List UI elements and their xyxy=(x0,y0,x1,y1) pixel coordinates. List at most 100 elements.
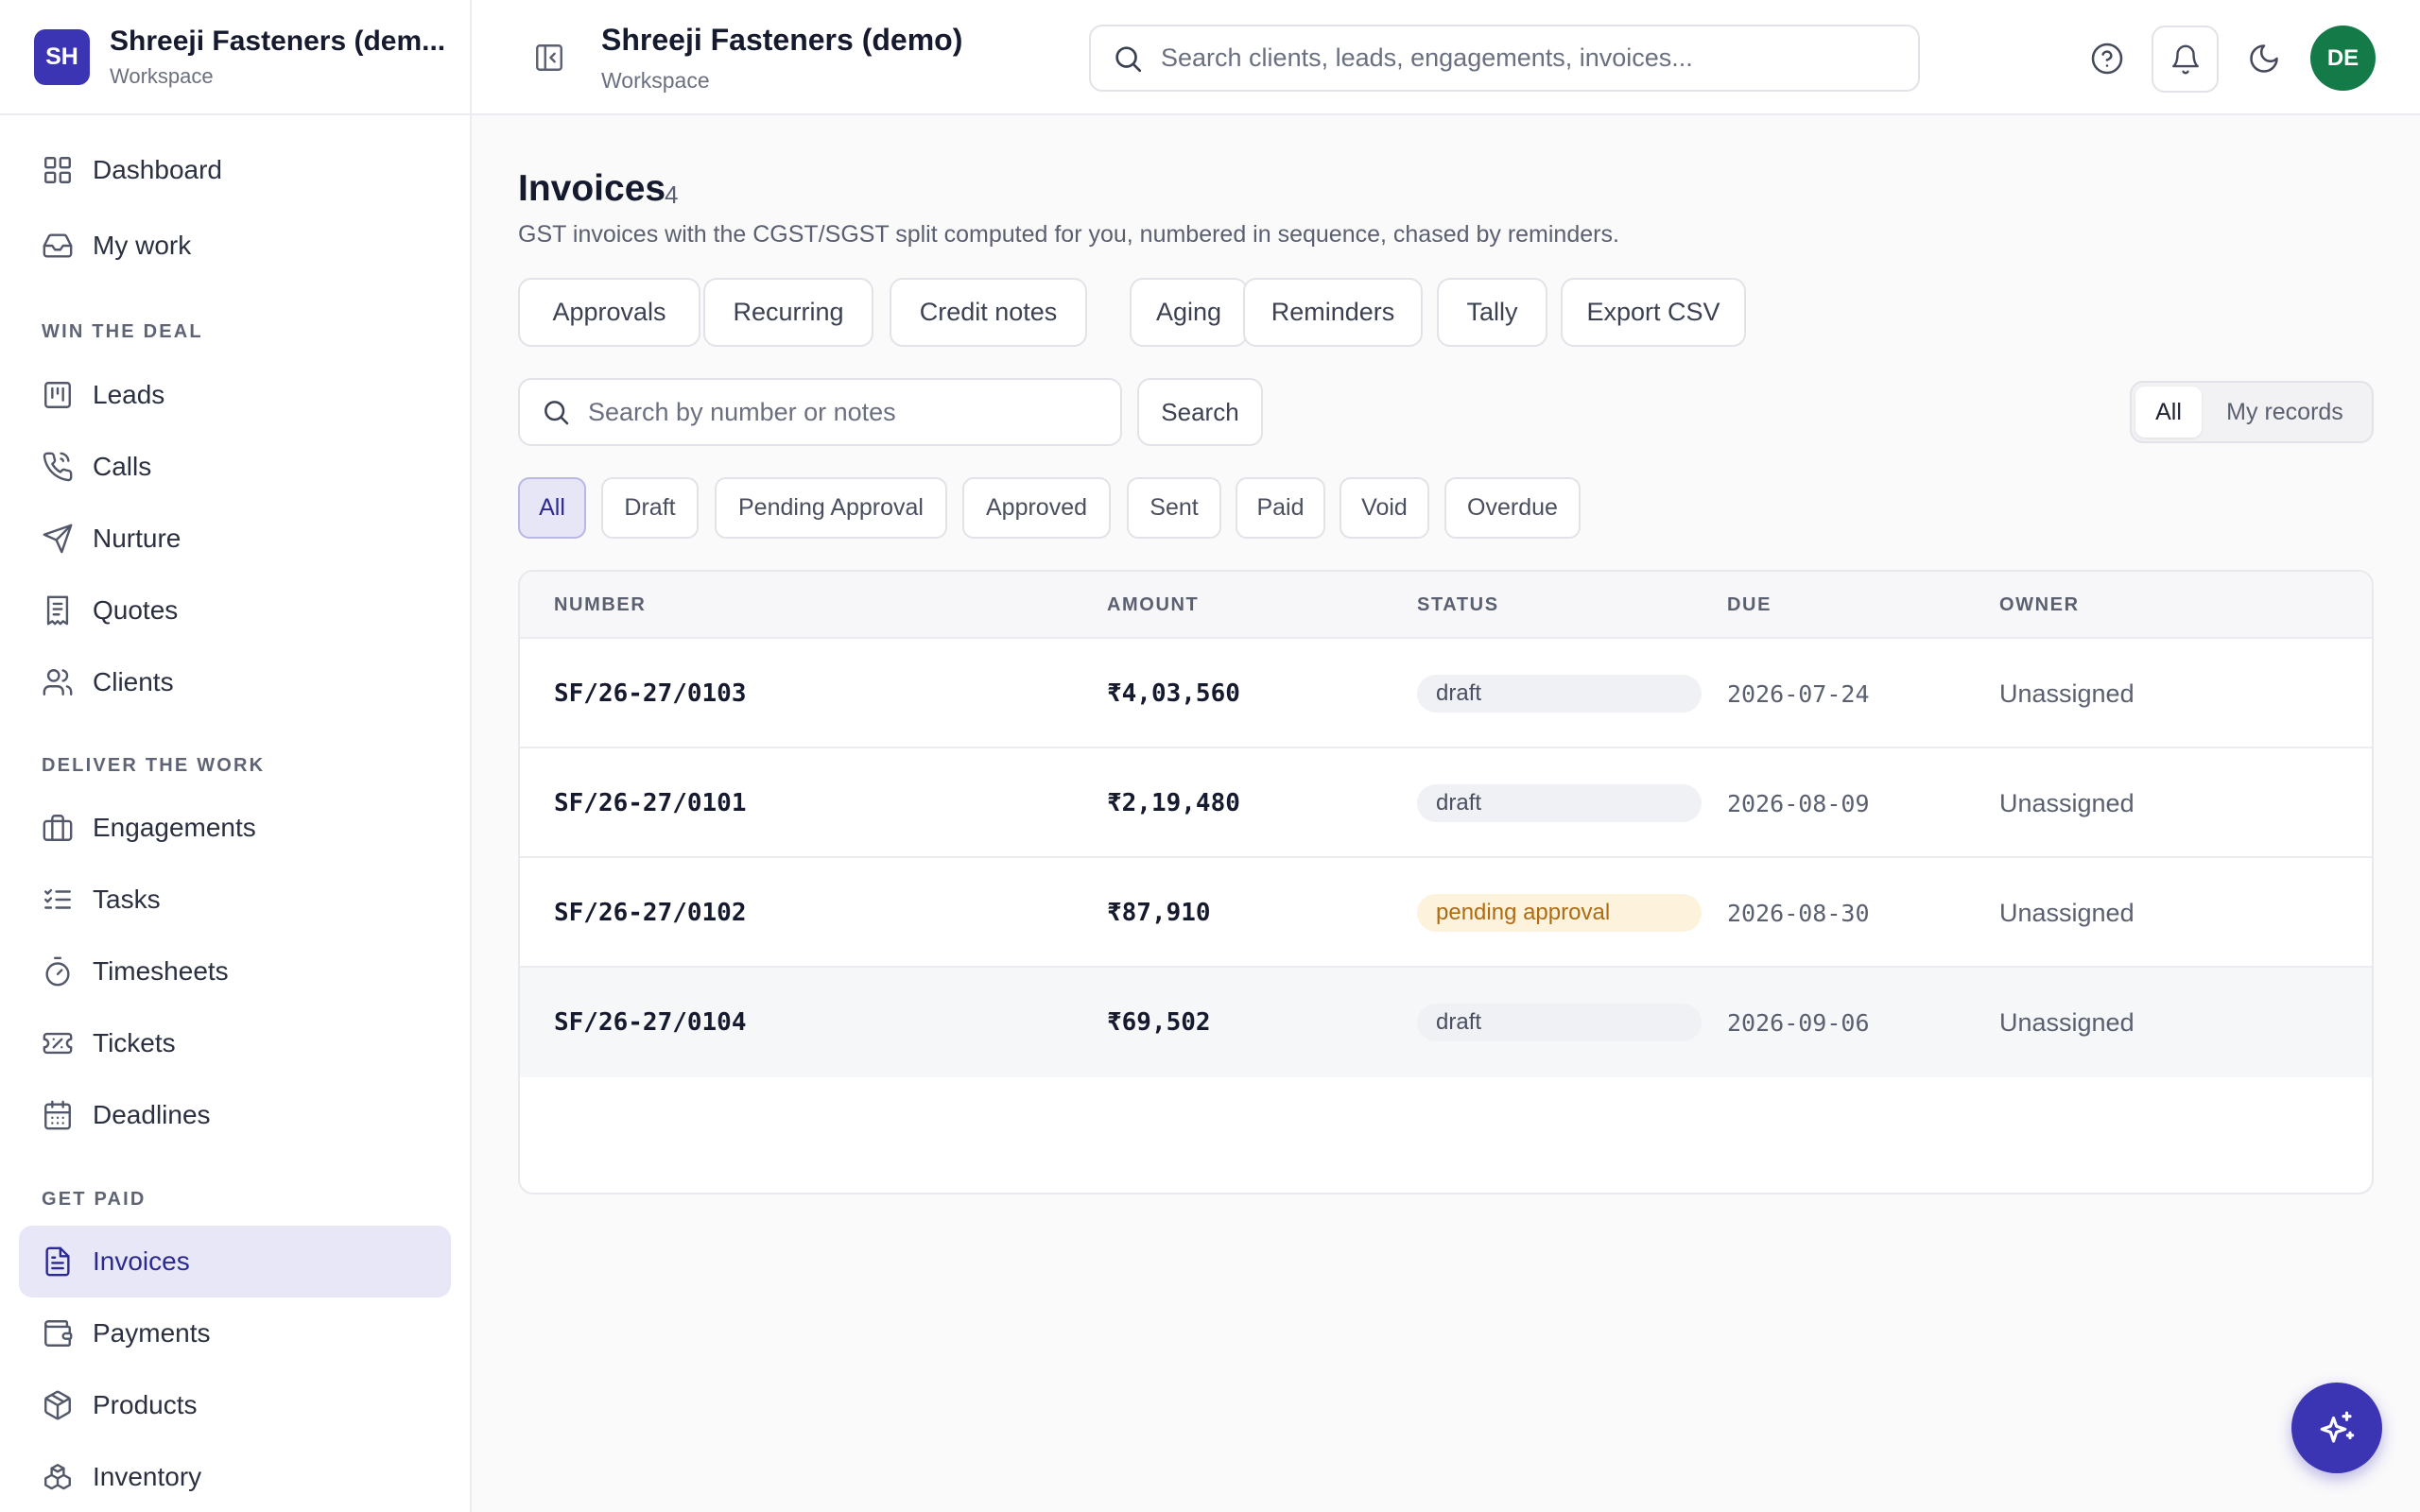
app-window: SH Shreeji Fasteners (dem... Workspace D… xyxy=(0,0,2420,1512)
file-text-icon xyxy=(45,1246,70,1277)
status-badge: draft xyxy=(1417,784,1702,822)
briefcase-icon xyxy=(43,815,73,841)
sidebar: SH Shreeji Fasteners (dem... Workspace D… xyxy=(0,0,472,1512)
column-header-due[interactable]: DUE xyxy=(1727,594,1772,616)
sidebar-item-label: Deadlines xyxy=(93,1100,211,1129)
nav-section-win-the-deal: WIN THE DEAL xyxy=(42,321,203,342)
ticket-icon xyxy=(43,1032,73,1055)
tab-tally[interactable]: Tally xyxy=(1437,278,1547,347)
sidebar-item-label: Engagements xyxy=(93,813,256,842)
sidebar-item-tickets[interactable]: Tickets xyxy=(19,1007,451,1079)
invoice-number[interactable]: SF/26-27/0101 xyxy=(554,748,747,858)
boxes-icon xyxy=(44,1464,71,1490)
invoice-amount: ₹87,910 xyxy=(1107,899,1211,927)
filter-paid[interactable]: Paid xyxy=(1236,477,1325,539)
topbar: Shreeji Fasteners (demo) Workspace DE xyxy=(472,0,2420,115)
user-avatar[interactable]: DE xyxy=(2310,26,2376,91)
column-header-amount[interactable]: AMOUNT xyxy=(1107,594,1199,616)
invoice-number[interactable]: SF/26-27/0103 xyxy=(554,639,747,748)
nav-section-deliver-the-work: DELIVER THE WORK xyxy=(42,755,266,776)
tab-reminders[interactable]: Reminders xyxy=(1243,278,1423,347)
column-header-number[interactable]: NUMBER xyxy=(554,594,646,616)
column-header-owner[interactable]: OWNER xyxy=(1999,594,2080,616)
sidebar-item-dashboard[interactable]: Dashboard xyxy=(19,134,451,206)
filter-pending-approval[interactable]: Pending Approval xyxy=(715,477,947,539)
sidebar-item-label: Calls xyxy=(93,452,152,481)
inbox-icon xyxy=(43,233,73,258)
tab-approvals[interactable]: Approvals xyxy=(518,278,700,347)
sidebar-item-clients[interactable]: Clients xyxy=(19,646,451,718)
scope-my-records[interactable]: My records xyxy=(2202,387,2368,438)
table-row[interactable]: SF/26-27/0101 ₹2,19,480 draft 2026-08-09… xyxy=(520,748,2372,858)
invoice-amount: ₹69,502 xyxy=(1107,1008,1211,1037)
filter-void[interactable]: Void xyxy=(1340,477,1429,539)
table-header: NUMBER AMOUNT STATUS DUE OWNER xyxy=(520,572,2372,639)
sidebar-item-payments[interactable]: Payments xyxy=(19,1297,451,1369)
grid-icon xyxy=(44,157,71,183)
sidebar-item-label: Inventory xyxy=(93,1462,202,1491)
wallet-icon xyxy=(44,1320,73,1347)
help-icon[interactable] xyxy=(2090,42,2124,76)
sidebar-item-inventory[interactable]: Inventory xyxy=(19,1441,451,1512)
workspace-switcher[interactable]: SH Shreeji Fasteners (dem... Workspace xyxy=(0,0,470,115)
invoice-count: 4 xyxy=(665,180,679,209)
tab-recurring[interactable]: Recurring xyxy=(703,278,873,347)
owner: Unassigned xyxy=(1999,788,2135,817)
table-row[interactable]: SF/26-27/0103 ₹4,03,560 draft 2026-07-24… xyxy=(520,639,2372,748)
filter-draft[interactable]: Draft xyxy=(601,477,699,539)
workspace-name: Shreeji Fasteners (dem... xyxy=(110,25,446,57)
sidebar-item-deadlines[interactable]: Deadlines xyxy=(19,1079,451,1151)
column-header-status[interactable]: STATUS xyxy=(1417,594,1499,616)
sidebar-item-label: Payments xyxy=(93,1318,211,1348)
due-date: 2026-08-09 xyxy=(1727,789,1870,817)
invoice-number[interactable]: SF/26-27/0104 xyxy=(554,968,747,1077)
ai-assistant-button[interactable] xyxy=(2291,1383,2382,1473)
sidebar-item-engagements[interactable]: Engagements xyxy=(19,792,451,864)
calendar-icon xyxy=(44,1100,71,1130)
search-button[interactable]: Search xyxy=(1137,378,1263,446)
filter-approved[interactable]: Approved xyxy=(962,477,1111,539)
table-row[interactable]: SF/26-27/0104 ₹69,502 draft 2026-09-06 U… xyxy=(520,968,2372,1077)
filter-all[interactable]: All xyxy=(518,477,586,539)
sidebar-item-timesheets[interactable]: Timesheets xyxy=(19,936,451,1007)
status-badge: pending approval xyxy=(1417,894,1702,932)
table-row[interactable]: SF/26-27/0102 ₹87,910 pending approval 2… xyxy=(520,858,2372,968)
users-icon xyxy=(43,669,73,696)
scope-toggle: All My records xyxy=(2130,381,2374,443)
sparkles-icon xyxy=(2320,1411,2355,1443)
workspace-subtitle: Workspace xyxy=(110,63,214,88)
notifications-button[interactable] xyxy=(2152,26,2219,93)
invoice-search-input[interactable] xyxy=(588,397,1117,427)
tab-aging[interactable]: Aging xyxy=(1130,278,1248,347)
package-icon xyxy=(44,1390,71,1420)
sidebar-item-label: My work xyxy=(93,231,192,260)
sidebar-item-tasks[interactable]: Tasks xyxy=(19,864,451,936)
sidebar-item-leads[interactable]: Leads xyxy=(19,359,451,431)
sidebar-item-invoices[interactable]: Invoices xyxy=(19,1226,451,1297)
status-cell: draft xyxy=(1417,639,1702,748)
workspace-badge: SH xyxy=(34,28,90,85)
sidebar-item-calls[interactable]: Calls xyxy=(19,431,451,503)
export-csv-button[interactable]: Export CSV xyxy=(1561,278,1746,347)
global-search[interactable] xyxy=(1089,25,1920,92)
invoice-amount: ₹2,19,480 xyxy=(1107,789,1240,817)
invoice-number[interactable]: SF/26-27/0102 xyxy=(554,858,747,968)
sidebar-item-products[interactable]: Products xyxy=(19,1369,451,1441)
sidebar-collapse-icon[interactable] xyxy=(533,42,565,74)
scope-all[interactable]: All xyxy=(2135,387,2202,438)
filter-overdue[interactable]: Overdue xyxy=(1444,477,1581,539)
owner: Unassigned xyxy=(1999,1007,2135,1037)
receipt-icon xyxy=(46,595,69,626)
send-icon xyxy=(43,524,73,554)
kanban-icon xyxy=(44,382,71,408)
sidebar-item-nurture[interactable]: Nurture xyxy=(19,503,451,575)
tab-credit-notes[interactable]: Credit notes xyxy=(890,278,1087,347)
sidebar-item-quotes[interactable]: Quotes xyxy=(19,575,451,646)
sidebar-item-my-work[interactable]: My work xyxy=(19,210,451,282)
global-search-input[interactable] xyxy=(1161,43,1898,73)
filter-sent[interactable]: Sent xyxy=(1127,477,1221,539)
invoice-search[interactable] xyxy=(518,378,1122,446)
due-date: 2026-08-30 xyxy=(1727,899,1870,927)
moon-icon[interactable] xyxy=(2247,42,2281,76)
sidebar-item-label: Quotes xyxy=(93,595,179,625)
